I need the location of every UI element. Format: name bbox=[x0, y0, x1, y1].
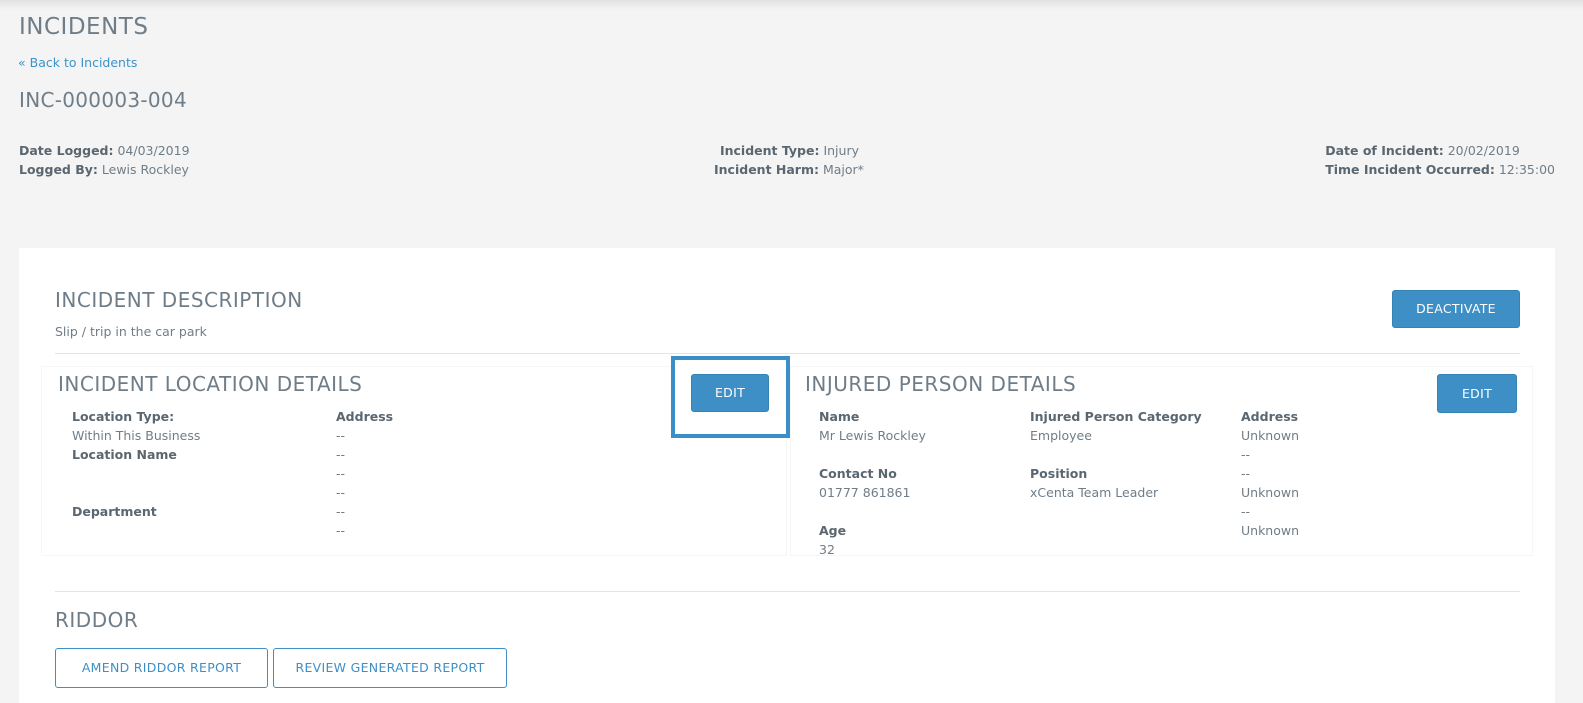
location-address-line: -- bbox=[336, 523, 346, 538]
logged-by-label: Logged By: bbox=[19, 162, 98, 177]
name-label: Name bbox=[819, 409, 860, 424]
logged-by-value: Lewis Rockley bbox=[101, 162, 189, 177]
location-type-value: Within This Business bbox=[72, 428, 201, 443]
location-type-field: Location Type: Within This Business Loca… bbox=[72, 407, 200, 521]
incident-type-label: Incident Type: bbox=[719, 143, 820, 158]
incident-card: INCIDENT DESCRIPTION Slip / trip in the … bbox=[19, 248, 1555, 703]
deactivate-button[interactable]: DEACTIVATE bbox=[1392, 290, 1520, 328]
review-generated-report-button[interactable]: REVIEW GENERATED REPORT bbox=[273, 648, 507, 688]
time-occurred-row: Time Incident Occurred: 12:35:00 bbox=[1325, 160, 1555, 179]
meta-right: Date of Incident: 20/02/2019 Time Incide… bbox=[1325, 141, 1555, 179]
injured-name-column: Name Mr Lewis Rockley Contact No 01777 8… bbox=[819, 407, 926, 559]
injured-person-title: INJURED PERSON DETAILS bbox=[805, 372, 1077, 396]
injured-address-line: Unknown bbox=[1241, 428, 1300, 443]
location-name-label: Location Name bbox=[72, 447, 177, 462]
location-address-label: Address bbox=[336, 409, 394, 424]
incident-type-value: Injury bbox=[823, 143, 859, 158]
divider bbox=[55, 591, 1520, 592]
incident-harm-row: Incident Harm: Major* bbox=[714, 160, 864, 179]
injured-address-line: -- bbox=[1241, 447, 1251, 462]
date-logged-value: 04/03/2019 bbox=[117, 143, 190, 158]
position-label: Position bbox=[1030, 466, 1088, 481]
location-type-label: Location Type: bbox=[72, 409, 175, 424]
location-address-line: -- bbox=[336, 466, 346, 481]
edit-location-button[interactable]: EDIT bbox=[691, 374, 769, 412]
meta-left: Date Logged: 04/03/2019 Logged By: Lewis… bbox=[19, 141, 190, 179]
location-address-line: -- bbox=[336, 428, 346, 443]
date-of-incident-value: 20/02/2019 bbox=[1447, 143, 1520, 158]
top-shadow bbox=[0, 0, 1583, 10]
date-logged-label: Date Logged: bbox=[19, 143, 114, 158]
injured-address-column: Address Unknown -- -- Unknown -- Unknown bbox=[1241, 407, 1299, 540]
riddor-title: RIDDOR bbox=[55, 608, 139, 632]
amend-riddor-report-button[interactable]: AMEND RIDDOR REPORT bbox=[55, 648, 268, 688]
edit-injured-person-button[interactable]: EDIT bbox=[1437, 374, 1517, 413]
page-title: INCIDENTS bbox=[19, 14, 149, 40]
time-occurred-value: 12:35:00 bbox=[1498, 162, 1555, 177]
injured-address-line: Unknown bbox=[1241, 523, 1300, 538]
position-value: xCenta Team Leader bbox=[1030, 485, 1159, 500]
logged-by-row: Logged By: Lewis Rockley bbox=[19, 160, 190, 179]
injured-category-column: Injured Person Category Employee Positio… bbox=[1030, 407, 1202, 502]
location-address-field: Address -- -- -- -- -- -- bbox=[336, 407, 393, 540]
incident-id: INC-000003-004 bbox=[19, 88, 187, 112]
category-label: Injured Person Category bbox=[1030, 409, 1202, 424]
back-to-incidents-link[interactable]: « Back to Incidents bbox=[18, 55, 137, 70]
description-title: INCIDENT DESCRIPTION bbox=[55, 288, 303, 312]
location-details-title: INCIDENT LOCATION DETAILS bbox=[58, 372, 363, 396]
contact-label: Contact No bbox=[819, 466, 897, 481]
injured-address-line: Unknown bbox=[1241, 485, 1300, 500]
time-occurred-label: Time Incident Occurred: bbox=[1325, 162, 1495, 177]
incident-harm-label: Incident Harm: bbox=[714, 162, 819, 177]
age-value: 32 bbox=[819, 542, 835, 557]
divider bbox=[55, 353, 1520, 354]
date-of-incident-label: Date of Incident: bbox=[1325, 143, 1444, 158]
meta-middle: Incident Type: Injury Incident Harm: Maj… bbox=[714, 141, 864, 179]
description-text: Slip / trip in the car park bbox=[55, 324, 207, 339]
injured-address-line: -- bbox=[1241, 504, 1251, 519]
injured-address-label: Address bbox=[1241, 409, 1299, 424]
department-label: Department bbox=[72, 504, 157, 519]
incident-type-row: Incident Type: Injury bbox=[714, 141, 859, 160]
location-address-line: -- bbox=[336, 504, 346, 519]
incident-harm-value: Major* bbox=[822, 162, 864, 177]
location-address-line: -- bbox=[336, 447, 346, 462]
name-value: Mr Lewis Rockley bbox=[819, 428, 926, 443]
date-of-incident-row: Date of Incident: 20/02/2019 bbox=[1325, 141, 1555, 160]
contact-value: 01777 861861 bbox=[819, 485, 911, 500]
age-label: Age bbox=[819, 523, 847, 538]
date-logged-row: Date Logged: 04/03/2019 bbox=[19, 141, 190, 160]
category-value: Employee bbox=[1030, 428, 1092, 443]
location-address-line: -- bbox=[336, 485, 346, 500]
injured-address-line: -- bbox=[1241, 466, 1251, 481]
